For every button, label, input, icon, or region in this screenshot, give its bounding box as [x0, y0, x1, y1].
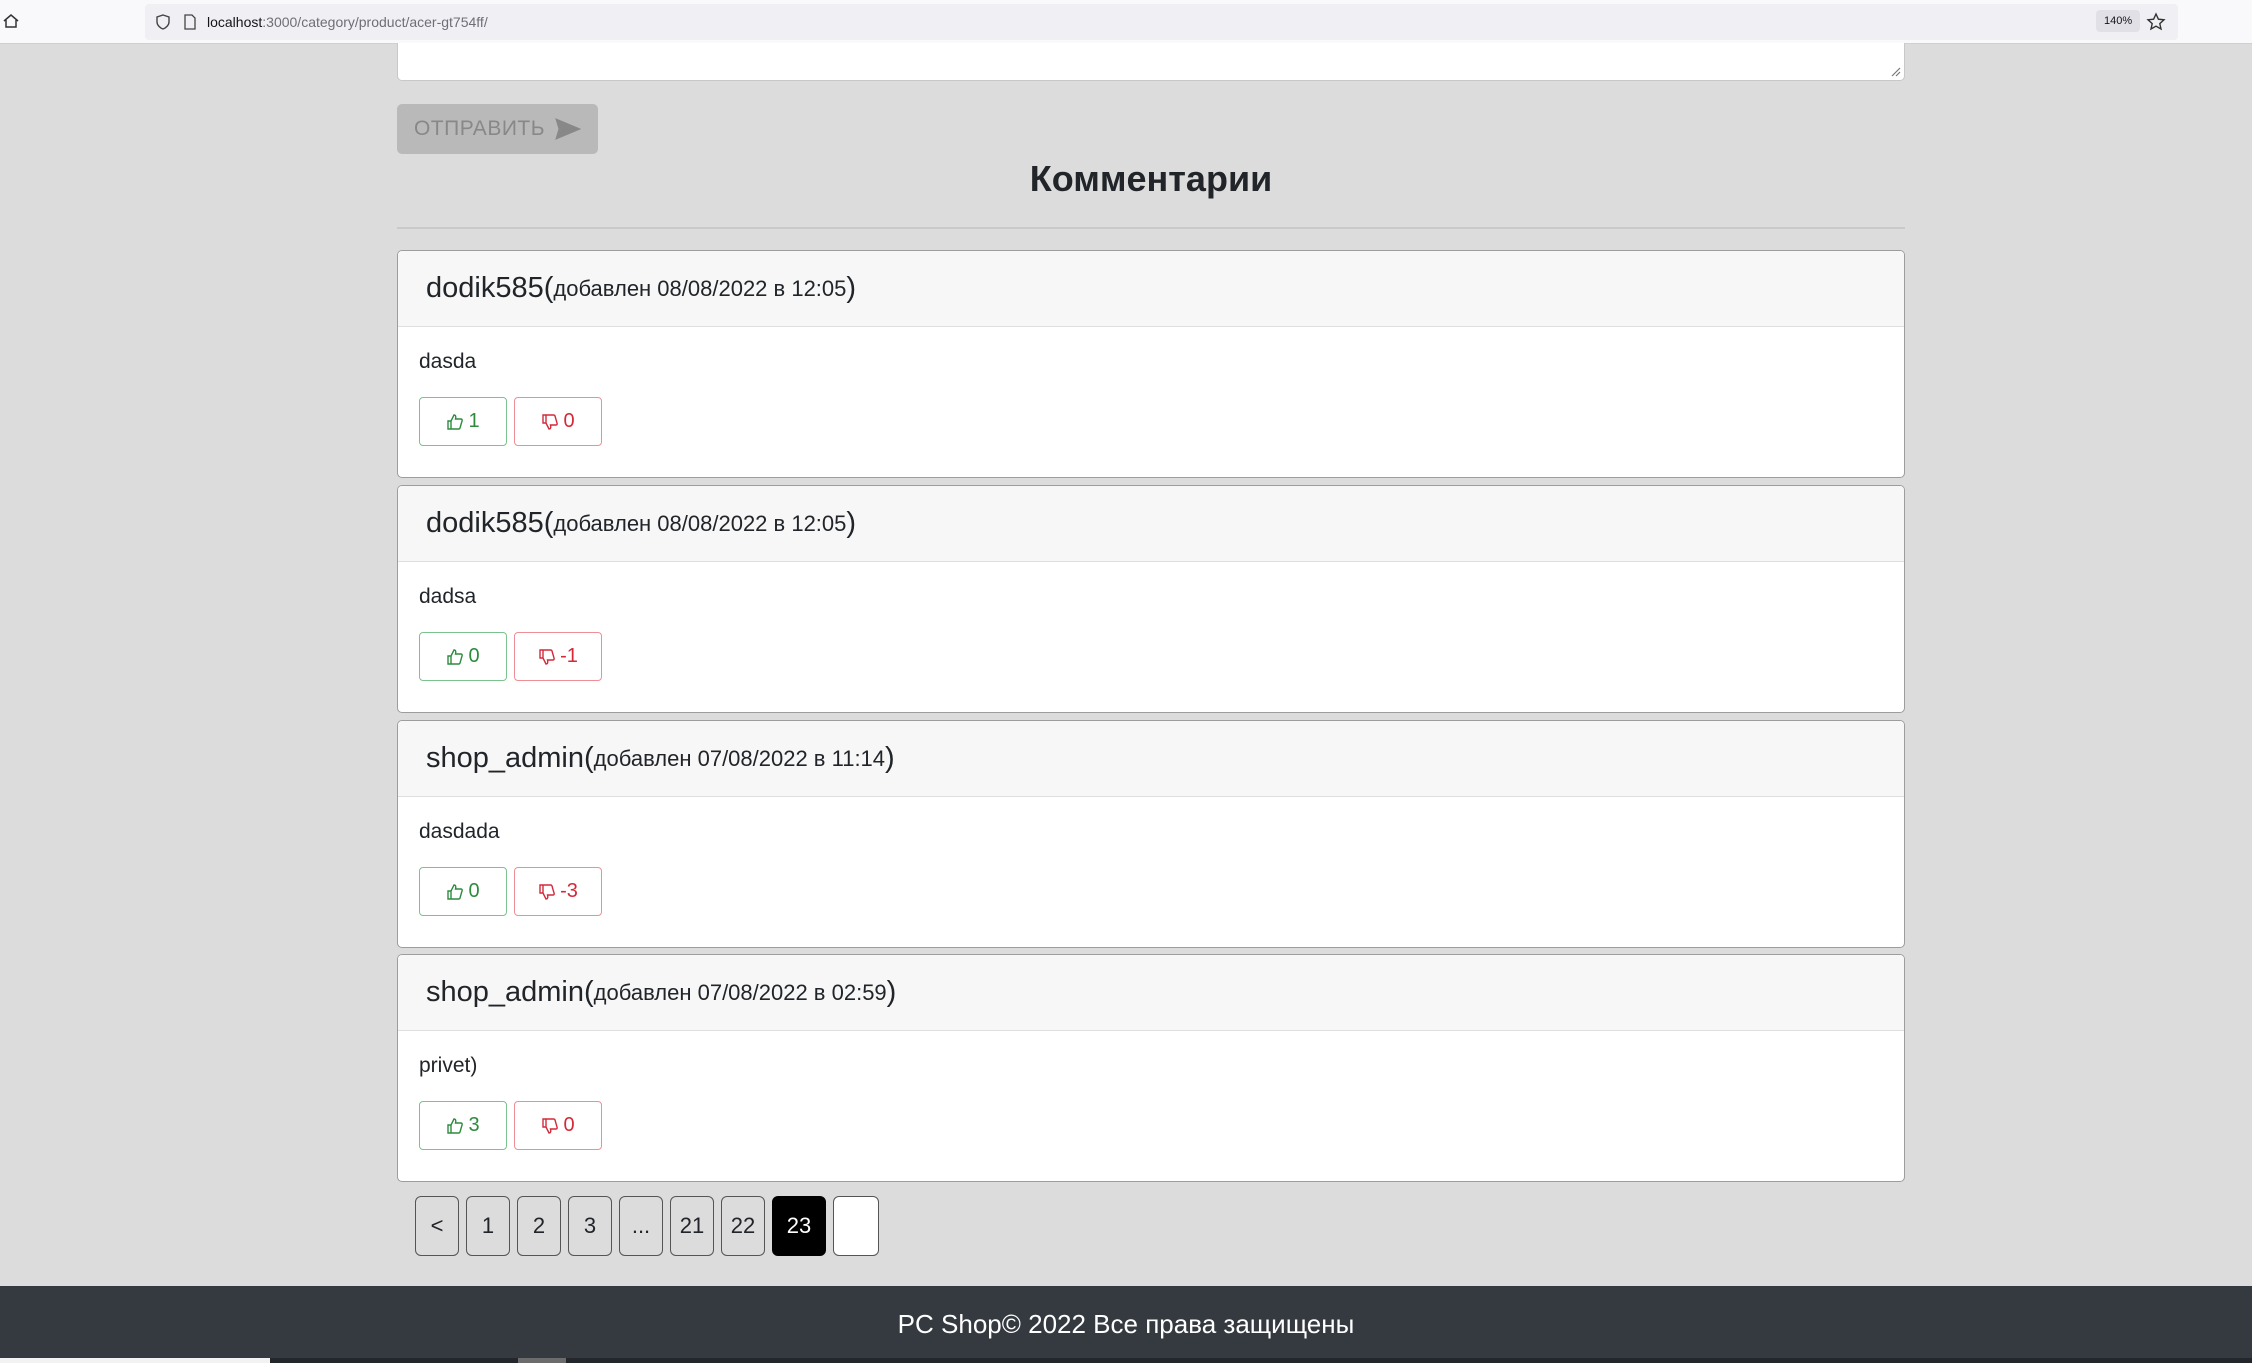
like-button[interactable]: 1 [419, 397, 507, 446]
thumbs-down-icon [542, 1117, 559, 1134]
comments-title: Комментарии [1029, 158, 1273, 199]
like-count: 3 [468, 1114, 480, 1136]
comment-author: shop_admin [426, 976, 584, 1008]
pagination-page-2[interactable]: 2 [517, 1196, 561, 1256]
comment-card: shop_admin(добавлен 07/08/2022 в 11:14) … [397, 720, 1905, 948]
comment-author: shop_admin [426, 742, 584, 774]
comment-text: dasdada [419, 820, 500, 843]
thumbs-up-icon [447, 883, 464, 900]
page-icon[interactable] [183, 14, 197, 30]
home-icon[interactable] [2, 12, 20, 30]
comment-card: dodik585(добавлен 08/08/2022 в 12:05) da… [397, 485, 1905, 713]
taskbar-segment [518, 1358, 566, 1363]
comment-header: dodik585(добавлен 08/08/2022 в 12:05) [398, 486, 1904, 562]
taskbar-strip [0, 1358, 2252, 1363]
url-text[interactable]: localhost:3000/category/product/acer-gt7… [207, 14, 488, 30]
dislike-button[interactable]: -3 [514, 867, 602, 916]
comment-text: dadsa [419, 585, 477, 608]
pagination-page-21[interactable]: 21 [670, 1196, 714, 1256]
pagination-page-3[interactable]: 3 [568, 1196, 612, 1256]
pagination-next-button[interactable] [833, 1196, 879, 1256]
comment-text: privet) [419, 1054, 478, 1077]
comment-header: shop_admin(добавлен 07/08/2022 в 11:14) [398, 721, 1904, 797]
send-button[interactable]: ОТПРАВИТЬ [397, 104, 598, 154]
like-button[interactable]: 0 [419, 632, 507, 681]
browser-toolbar: localhost:3000/category/product/acer-gt7… [0, 0, 2252, 44]
address-bar[interactable]: localhost:3000/category/product/acer-gt7… [145, 4, 2178, 40]
dislike-count: 0 [563, 1114, 575, 1136]
thumbs-up-icon [447, 413, 464, 430]
dislike-button[interactable]: 0 [514, 397, 602, 446]
pagination-ellipsis[interactable]: ... [619, 1196, 663, 1256]
like-count: 0 [468, 645, 480, 667]
comment-header: shop_admin(добавлен 07/08/2022 в 02:59) [398, 955, 1904, 1031]
send-button-label: ОТПРАВИТЬ [413, 117, 546, 140]
comment-card: shop_admin(добавлен 07/08/2022 в 02:59) … [397, 954, 1905, 1182]
zoom-level[interactable]: 140% [2096, 10, 2141, 32]
comment-date: добавлен 08/08/2022 в 12:05 [553, 510, 847, 536]
thumbs-down-icon [539, 648, 555, 665]
taskbar-segment [0, 1358, 270, 1363]
thumbs-down-icon [539, 883, 555, 900]
comment-author: dodik585 [426, 507, 544, 539]
pagination-prev-button[interactable]: < [415, 1196, 459, 1256]
pagination-page-23-active[interactable]: 23 [772, 1196, 826, 1256]
comment-author: dodik585 [426, 272, 544, 304]
thumbs-up-icon [447, 1117, 464, 1134]
like-button[interactable]: 3 [419, 1101, 507, 1150]
pagination: < 1 2 3 ... 21 22 23 [415, 1196, 879, 1256]
comment-text: dasda [419, 350, 477, 373]
pagination-page-22[interactable]: 22 [721, 1196, 765, 1256]
footer-copyright: PC Shop© 2022 Все права защищены [897, 1309, 1355, 1339]
bookmark-star-icon[interactable] [2146, 12, 2166, 32]
dislike-count: -1 [560, 645, 578, 667]
comment-textarea[interactable] [397, 43, 1905, 81]
like-count: 0 [468, 880, 480, 902]
like-button[interactable]: 0 [419, 867, 507, 916]
dislike-count: 0 [563, 410, 575, 432]
thumbs-up-icon [447, 648, 464, 665]
thumbs-down-icon [542, 413, 559, 430]
divider [397, 227, 1905, 229]
footer: PC Shop© 2022 Все права защищены [0, 1286, 2252, 1363]
shield-icon[interactable] [155, 14, 171, 30]
comment-header: dodik585(добавлен 08/08/2022 в 12:05) [398, 251, 1904, 327]
resize-grip-icon[interactable] [1889, 65, 1901, 77]
dislike-button[interactable]: -1 [514, 632, 602, 681]
dislike-button[interactable]: 0 [514, 1101, 602, 1150]
send-icon [555, 118, 582, 140]
comment-date: добавлен 07/08/2022 в 02:59 [593, 979, 887, 1005]
url-host: localhost [207, 14, 263, 30]
comment-date: добавлен 07/08/2022 в 11:14 [593, 745, 886, 771]
comment-card: dodik585(добавлен 08/08/2022 в 12:05) da… [397, 250, 1905, 478]
pagination-page-1[interactable]: 1 [466, 1196, 510, 1256]
url-path: :3000/category/product/acer-gt754ff/ [262, 14, 488, 30]
comment-date: добавлен 08/08/2022 в 12:05 [553, 275, 847, 301]
like-count: 1 [468, 410, 480, 432]
dislike-count: -3 [560, 880, 578, 902]
